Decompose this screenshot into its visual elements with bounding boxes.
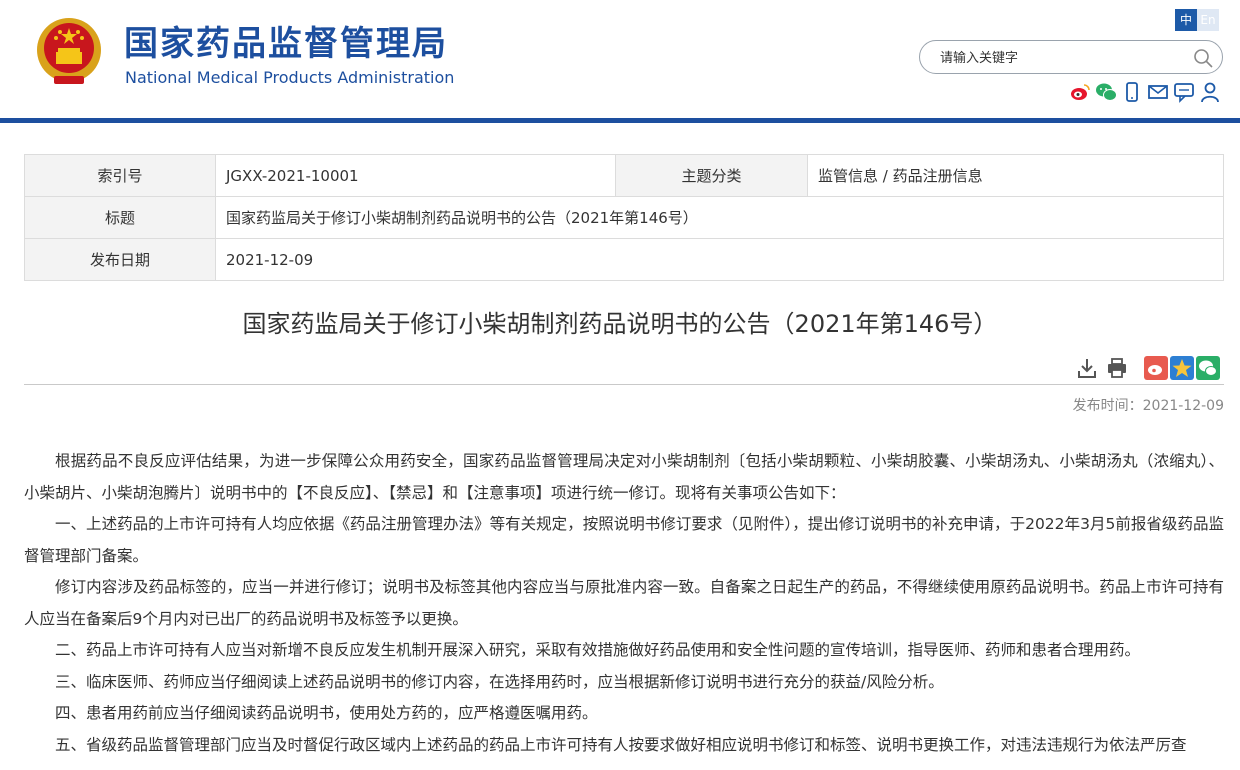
wechat-share-icon[interactable]	[1196, 356, 1220, 380]
mobile-icon[interactable]	[1121, 81, 1143, 103]
article-tools	[1076, 357, 1128, 379]
lang-zh-button[interactable]: 中	[1175, 9, 1197, 31]
search-icon[interactable]	[1192, 47, 1214, 69]
publish-time-label: 发布时间：	[1072, 398, 1143, 414]
weibo-icon[interactable]	[1069, 81, 1091, 103]
language-switcher: 中 En	[1175, 9, 1219, 31]
title-label: 标题	[24, 196, 216, 239]
info-row-index: 索引号 JGXX-2021-10001 主题分类 监管信息 / 药品注册信息	[24, 154, 1224, 197]
share-buttons	[1144, 356, 1220, 380]
paragraph: 二、药品上市许可持有人应当对新增不良反应发生机制开展深入研究，采取有效措施做好药…	[55, 641, 1141, 659]
weibo-share-icon[interactable]	[1144, 356, 1168, 380]
date-value: 2021-12-09	[215, 238, 1224, 281]
site-name-en[interactable]: National Medical Products Administration	[125, 68, 454, 88]
title-divider	[24, 384, 1224, 385]
index-value: JGXX-2021-10001	[215, 154, 616, 197]
info-row-date: 发布日期 2021-12-09	[24, 238, 1224, 281]
wechat-icon[interactable]	[1095, 81, 1117, 103]
paragraph: 五、省级药品监督管理部门应当及时督促行政区域内上述药品的药品上市许可持有人按要求…	[55, 735, 1187, 754]
paragraph: 根据药品不良反应评估结果，为进一步保障公众用药安全，国家药品监督管理局决定对小柴…	[24, 452, 1224, 502]
national-emblem-logo[interactable]	[36, 16, 102, 88]
index-label: 索引号	[24, 154, 216, 197]
mail-icon[interactable]	[1147, 81, 1169, 103]
date-label: 发布日期	[24, 238, 216, 281]
document-info-table: 索引号 JGXX-2021-10001 主题分类 监管信息 / 药品注册信息 标…	[24, 154, 1224, 281]
qzone-share-icon[interactable]	[1170, 356, 1194, 380]
title-value: 国家药监局关于修订小柴胡制剂药品说明书的公告（2021年第146号）	[215, 196, 1224, 239]
category-label: 主题分类	[615, 154, 808, 197]
lang-en-button[interactable]: En	[1197, 9, 1219, 31]
print-icon[interactable]	[1106, 357, 1128, 379]
social-links	[1069, 81, 1221, 103]
paragraph: 一、上述药品的上市许可持有人均应依据《药品注册管理办法》等有关规定，按照说明书修…	[24, 515, 1224, 565]
site-header: 国家药品监督管理局 National Medical Products Admi…	[0, 0, 1240, 118]
message-icon[interactable]	[1173, 81, 1195, 103]
publish-time-value: 2021-12-09	[1142, 398, 1224, 414]
paragraph: 四、患者用药前应当仔细阅读药品说明书，使用处方药的，应严格遵医嘱用药。	[55, 704, 598, 722]
article-body: 根据药品不良反应评估结果，为进一步保障公众用药安全，国家药品监督管理局决定对小柴…	[24, 446, 1224, 761]
paragraph: 修订内容涉及药品标签的，应当一并进行修订；说明书及标签其他内容应当与原批准内容一…	[24, 578, 1224, 628]
header-divider	[0, 118, 1240, 123]
publish-time: 发布时间：2021-12-09	[1073, 395, 1224, 415]
search-input[interactable]	[938, 47, 1182, 69]
info-row-title: 标题 国家药监局关于修订小柴胡制剂药品说明书的公告（2021年第146号）	[24, 196, 1224, 239]
user-icon[interactable]	[1199, 81, 1221, 103]
download-icon[interactable]	[1076, 357, 1098, 379]
article-title: 国家药监局关于修订小柴胡制剂药品说明书的公告（2021年第146号）	[242, 310, 998, 338]
search-box	[919, 40, 1223, 74]
paragraph: 三、临床医师、药师应当仔细阅读上述药品说明书的修订内容，在选择用药时，应当根据新…	[55, 672, 944, 691]
site-name-cn[interactable]: 国家药品监督管理局	[124, 22, 448, 66]
category-value: 监管信息 / 药品注册信息	[807, 154, 1224, 197]
